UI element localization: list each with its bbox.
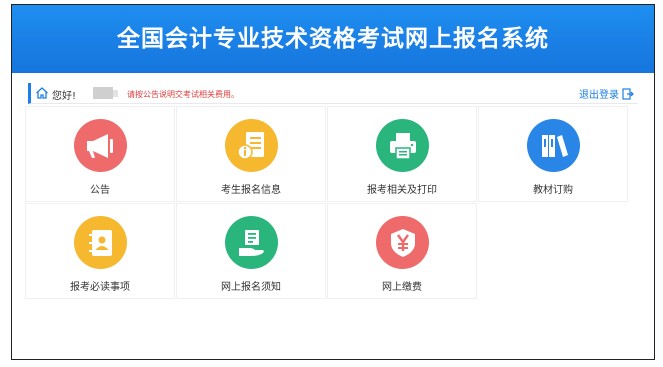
user-bar: 您好! 请按公告说明交考试相关费用。 退出登录: [28, 83, 638, 104]
tile-announcement[interactable]: 公告: [25, 106, 175, 202]
tile-icon-circle: [74, 216, 127, 269]
tile-label: 教材订购: [533, 185, 573, 196]
tile-icon-circle: [376, 216, 429, 269]
megaphone-icon: [86, 133, 113, 158]
tile-must-read[interactable]: 报考必读事项: [25, 203, 175, 299]
username-redacted-tail: [113, 90, 118, 97]
fee-notice: 请按公告说明交考试相关费用。: [127, 90, 239, 99]
yen-shield-icon: [390, 228, 415, 257]
app-frame: 全国会计专业技术资格考试网上报名系统 您好! 请按公告说明交考试相关费用。 退出…: [11, 4, 655, 360]
tile-icon-circle: [225, 216, 278, 269]
tile-online-payment[interactable]: 网上缴费: [327, 203, 477, 299]
books-icon: [541, 134, 568, 157]
tile-label: 考生报名信息: [221, 185, 281, 196]
tile-icon-circle: [527, 119, 580, 172]
tile-candidate-info[interactable]: 考生报名信息: [176, 106, 326, 202]
username-redacted: [93, 87, 113, 99]
tile-icon-circle: [74, 119, 127, 172]
logout-icon: [622, 87, 634, 100]
info-document-icon: [236, 131, 264, 160]
tile-label: 网上报名须知: [221, 282, 281, 293]
header-banner: 全国会计专业技术资格考试网上报名系统: [12, 5, 654, 73]
home-icon: [36, 87, 48, 99]
tile-label: 报考相关及打印: [367, 185, 437, 196]
menu-grid: 公告 考生报名信息 报考相关及打印 教材订购 报考必读事项 网上报名须知 网上缴…: [25, 106, 629, 300]
tile-icon-circle: [376, 119, 429, 172]
tile-label: 公告: [90, 185, 110, 196]
contact-book-icon: [88, 229, 112, 256]
hand-document-icon: [238, 229, 264, 256]
page-title: 全国会计专业技术资格考试网上报名系统: [117, 26, 549, 52]
greeting-text: 您好!: [52, 91, 77, 102]
logout-label: 退出登录: [579, 90, 619, 101]
tile-icon-circle: [225, 119, 278, 172]
tile-label: 报考必读事项: [70, 282, 130, 293]
tile-textbook-order[interactable]: 教材订购: [478, 106, 628, 202]
tile-label: 网上缴费: [382, 282, 422, 293]
printer-icon: [389, 132, 416, 160]
tile-registration-notes[interactable]: 网上报名须知: [176, 203, 326, 299]
tile-print[interactable]: 报考相关及打印: [327, 106, 477, 202]
logout-button[interactable]: 退出登录: [579, 86, 634, 101]
